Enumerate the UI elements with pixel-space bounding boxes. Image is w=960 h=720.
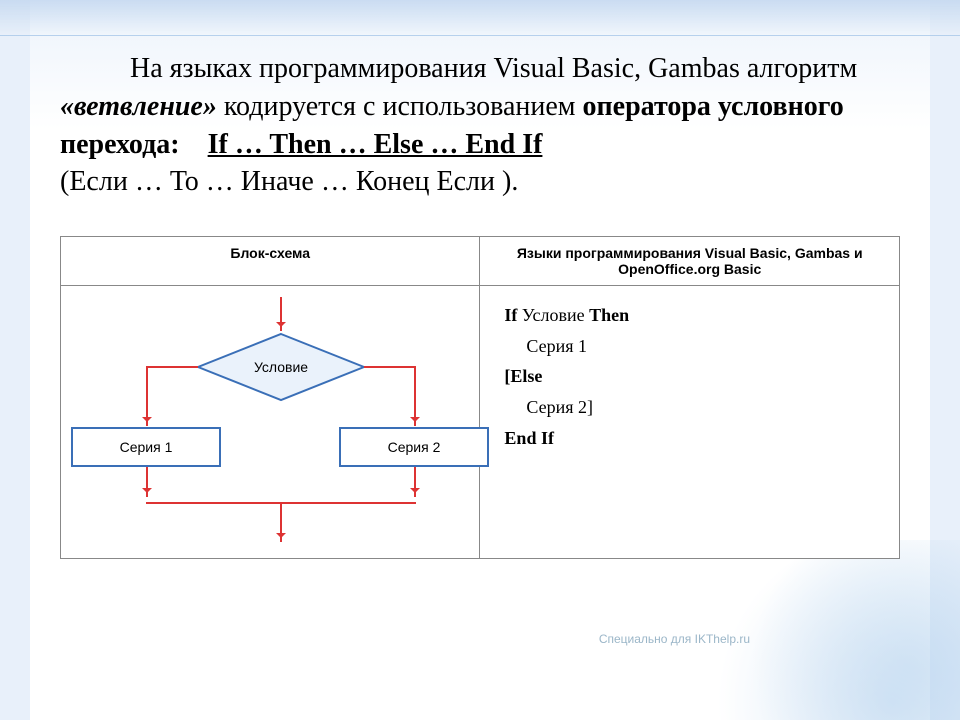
paragraph-main: На языках программирования Visual Basic,… <box>60 50 900 201</box>
arrow-out-right-v <box>414 467 416 497</box>
para-text-1: На языках программирования Visual Basic,… <box>130 53 857 84</box>
arrow-branch-left-h <box>146 366 198 368</box>
para-term-branching: «ветвление» <box>60 91 217 122</box>
code-condition: Условие <box>517 305 589 325</box>
kw-if: If <box>504 305 517 325</box>
series1-label: Серия 1 <box>120 439 173 455</box>
kw-end: End <box>504 428 536 448</box>
code-line-1: If Условие Then <box>504 300 875 331</box>
flowchart-series1-box: Серия 1 <box>71 427 221 467</box>
kw-then: Then <box>589 305 629 325</box>
slide-content: На языках программирования Visual Basic,… <box>0 0 960 589</box>
code-line-2: Серия 1 <box>504 331 875 362</box>
para-text-2: кодируется с использованием <box>217 91 583 122</box>
flowchart-series2-box: Серия 2 <box>339 427 489 467</box>
watermark-text: Специально для IKThelp.ru <box>599 632 750 646</box>
table-header-flowchart: Блок-схема <box>61 237 480 286</box>
code-line-3: [Else <box>504 361 875 392</box>
para-translation: (Если … То … Иначе … Конец Если ). <box>60 166 518 197</box>
arrow-out-left-v <box>146 467 148 497</box>
arrow-in-top <box>280 297 282 331</box>
table-header-languages: Языки программирования Visual Basic, Gam… <box>480 237 900 286</box>
code-block: If Условие Then Серия 1 [Else Серия 2] E… <box>490 292 889 461</box>
code-line-5: End If <box>504 423 875 454</box>
code-line-4: Серия 2] <box>504 392 875 423</box>
table-cell-flowchart: Условие Серия 1 Серия 2 <box>61 286 480 559</box>
para-operator-syntax: If … Then … Else … End If <box>208 129 543 160</box>
arrow-branch-left-v <box>146 366 148 426</box>
flowchart-diagram: Условие Серия 1 Серия 2 <box>71 292 469 552</box>
kw-endif-if: If <box>536 428 554 448</box>
condition-label: Условие <box>196 332 366 402</box>
arrow-out-bottom <box>280 502 282 542</box>
table-cell-code: If Условие Then Серия 1 [Else Серия 2] E… <box>480 286 900 559</box>
series2-label: Серия 2 <box>388 439 441 455</box>
flowchart-condition-diamond: Условие <box>196 332 366 402</box>
comparison-table: Блок-схема Языки программирования Visual… <box>60 236 900 559</box>
arrow-branch-right-h <box>364 366 416 368</box>
arrow-branch-right-v <box>414 366 416 426</box>
